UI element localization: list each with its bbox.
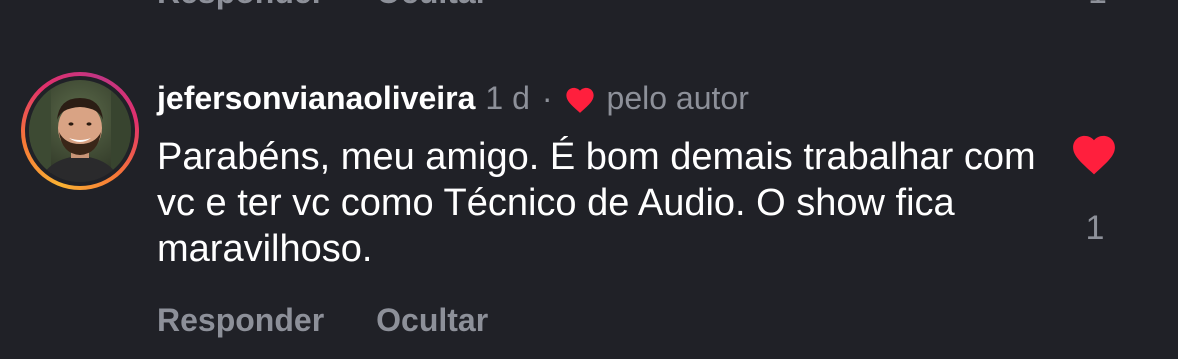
username-link[interactable]: jefersonvianaoliveira xyxy=(157,78,475,118)
avatar-image xyxy=(29,80,131,182)
heart-icon xyxy=(563,83,597,113)
comment-time[interactable]: 1 d xyxy=(485,78,529,118)
comment-thread: Responder Ocultar 1 xyxy=(0,0,1178,359)
like-count: 1 xyxy=(1085,209,1105,247)
heart-icon xyxy=(1073,135,1115,175)
separator-dot: · xyxy=(541,80,553,116)
avatar[interactable] xyxy=(21,72,139,190)
comment-header: jefersonvianaoliveira 1 d · pelo autor xyxy=(157,78,749,118)
comment-actions: Responder Ocultar xyxy=(157,300,488,340)
hide-button[interactable]: Ocultar xyxy=(376,300,488,340)
like-button[interactable] xyxy=(1068,130,1120,176)
liked-by-author-label: pelo autor xyxy=(606,80,749,116)
comment-text: Parabéns, meu amigo. É bom demais trabal… xyxy=(157,136,1036,270)
previous-reply-button[interactable]: Responder xyxy=(157,0,324,10)
avatar-ring-gap xyxy=(25,76,135,186)
previous-like-count: 1 xyxy=(1088,0,1107,10)
previous-hide-button[interactable]: Ocultar xyxy=(376,0,488,10)
reply-button[interactable]: Responder xyxy=(157,300,324,340)
previous-comment-actions: Responder Ocultar xyxy=(157,0,488,10)
